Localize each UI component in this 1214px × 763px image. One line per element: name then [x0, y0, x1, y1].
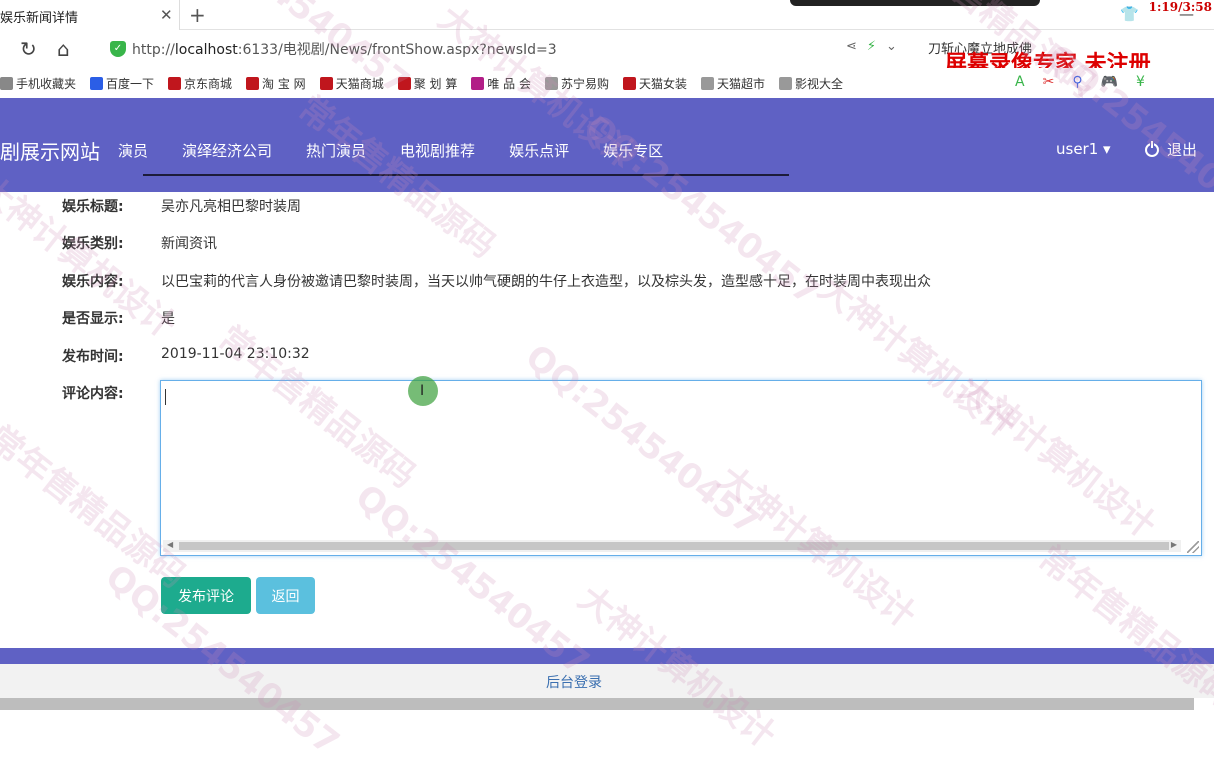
gamepad-icon[interactable]: 🎮 [1101, 74, 1118, 90]
show-value: 是 [161, 311, 175, 327]
shirt-icon[interactable]: 👕 [1120, 5, 1139, 23]
chevron-down-icon[interactable]: ⌄ [886, 39, 897, 54]
menu-item-actors[interactable]: 演员 [118, 140, 148, 161]
logout-label: 退出 [1167, 141, 1198, 159]
bookmark-label: 淘 宝 网 [262, 76, 306, 91]
page-scrollbar[interactable] [0, 698, 1194, 710]
comment-textarea[interactable]: ◀ ▶ [160, 380, 1202, 556]
power-icon [1145, 141, 1159, 157]
bookmark-label: 手机收藏夹 [16, 76, 77, 91]
search-icon[interactable]: ⚲ [1072, 74, 1082, 90]
content-value: 以巴宝莉的代言人身份被邀请巴黎时装周，当天以帅气硬朗的牛仔上衣造型，以及棕头发，… [161, 274, 931, 290]
close-tab-icon[interactable]: ✕ [160, 6, 173, 24]
site-navbar: 剧展示网站 演员 演绎经济公司 热门演员 电视剧推荐 娱乐点评 娱乐专区 use… [0, 98, 1214, 192]
bookmark-item[interactable]: 天猫商城 [319, 75, 384, 92]
ibeam-cursor-icon: I [420, 383, 425, 399]
share-icon[interactable]: ⋖ [846, 39, 857, 54]
browser-tab-bar: 娱乐新闻详情 ✕ + 👕 — 1:19/3:58 [0, 0, 1214, 30]
time-label: 发布时间: [62, 349, 124, 365]
admin-login-link[interactable]: 后台登录 [546, 675, 602, 691]
bookmark-label: 影视大全 [795, 76, 844, 91]
taobao-icon [246, 76, 260, 90]
bookmark-item[interactable]: 影视大全 [779, 75, 843, 92]
extension-icons: A ✂ ⚲ 🎮 ¥ [1015, 74, 1145, 90]
bookmark-item[interactable]: 天猫超市 [701, 75, 765, 92]
back-button[interactable]: 返回 [256, 577, 315, 614]
show-label: 是否显示: [62, 311, 124, 327]
bookmark-item[interactable]: 天猫女装 [623, 75, 687, 92]
publish-comment-button[interactable]: 发布评论 [161, 577, 251, 614]
jd-icon [168, 76, 182, 90]
tab-title: 娱乐新闻详情 [0, 11, 79, 26]
security-shield-icon: ✓ [110, 41, 126, 57]
bookmark-item[interactable]: 唯 品 会 [471, 75, 531, 92]
title-label: 娱乐标题: [62, 199, 124, 215]
category-label: 娱乐类别: [62, 236, 124, 252]
bookmark-item[interactable]: 聚 划 算 [397, 75, 458, 92]
scroll-left-icon[interactable]: ◀ [167, 540, 173, 549]
comment-label: 评论内容: [62, 386, 124, 402]
new-tab-icon[interactable]: + [189, 3, 206, 27]
tmall-icon [623, 76, 636, 90]
time-value: 2019-11-04 23:10:32 [161, 346, 310, 362]
vip-icon [471, 76, 485, 90]
text-caret [165, 389, 166, 405]
scrollbar-thumb[interactable] [179, 542, 1169, 550]
footer: 后台登录 [0, 664, 1214, 698]
menu-item-agencies[interactable]: 演绎经济公司 [182, 140, 272, 161]
menu-item-tv-recommend[interactable]: 电视剧推荐 [400, 140, 475, 161]
user-dropdown[interactable]: user1 ▾ [1056, 140, 1111, 158]
scissors-icon[interactable]: ✂ [1043, 74, 1055, 90]
url-field[interactable]: ✓ http://localhost:6133/电视剧/News/frontSh… [110, 36, 840, 62]
bookmark-label: 天猫商城 [335, 76, 384, 91]
bookmark-label: 天猫超市 [717, 76, 766, 91]
main-menu: 演员 演绎经济公司 热门演员 电视剧推荐 娱乐点评 娱乐专区 [118, 140, 663, 161]
bookmark-label: 聚 划 算 [413, 76, 458, 91]
category-value: 新闻资讯 [161, 236, 217, 252]
juhuasuan-icon [397, 76, 411, 90]
title-value: 吴亦凡亮相巴黎时装周 [161, 199, 301, 215]
bookmark-item[interactable]: 苏宁易购 [544, 75, 609, 92]
content-label: 娱乐内容: [62, 274, 124, 290]
bookmark-label: 苏宁易购 [560, 76, 609, 91]
home-icon[interactable]: ⌂ [57, 37, 70, 61]
menu-item-hot-actors[interactable]: 热门演员 [306, 140, 366, 161]
scroll-right-icon[interactable]: ▶ [1171, 540, 1177, 549]
url-tools: ⋖ ⚡ ⌄ [846, 39, 897, 54]
url-text: http://localhost:6133/电视剧/News/frontShow… [132, 42, 557, 58]
folder-icon [0, 76, 13, 90]
translate-icon[interactable]: A [1015, 74, 1025, 90]
textarea-scrollbar[interactable]: ◀ ▶ [163, 540, 1181, 552]
bookmark-item[interactable]: 淘 宝 网 [246, 75, 306, 92]
bookmark-label: 京东商城 [184, 76, 233, 91]
site-brand[interactable]: 剧展示网站 [0, 136, 100, 165]
bookmark-label: 天猫女装 [639, 76, 688, 91]
yen-icon[interactable]: ¥ [1136, 74, 1145, 90]
lightning-icon[interactable]: ⚡ [867, 39, 876, 54]
bookmark-item[interactable]: 手机收藏夹 [0, 75, 76, 92]
footer-bar [0, 648, 1214, 664]
reload-icon[interactable]: ↻ [20, 37, 37, 61]
page-icon [701, 76, 715, 90]
bookmark-label: 百度一下 [106, 76, 155, 91]
bookmark-label: 唯 品 会 [487, 76, 531, 91]
page-icon [544, 76, 558, 90]
menu-item-entertainment[interactable]: 娱乐专区 [603, 140, 663, 161]
tmall-icon [319, 76, 333, 90]
page-icon [779, 76, 793, 90]
recorder-toolbar [790, 0, 1040, 6]
menu-underline [143, 174, 789, 176]
bookmark-item[interactable]: 京东商城 [168, 75, 232, 92]
recorder-clock: 1:19/3:58 [1148, 0, 1212, 14]
resize-handle-icon[interactable] [1187, 541, 1199, 553]
browser-tab[interactable]: 娱乐新闻详情 ✕ [0, 0, 180, 30]
menu-item-reviews[interactable]: 娱乐点评 [509, 140, 569, 161]
logout-button[interactable]: 退出 [1145, 139, 1197, 160]
baidu-icon [90, 76, 104, 90]
bookmark-item[interactable]: 百度一下 [90, 75, 154, 92]
